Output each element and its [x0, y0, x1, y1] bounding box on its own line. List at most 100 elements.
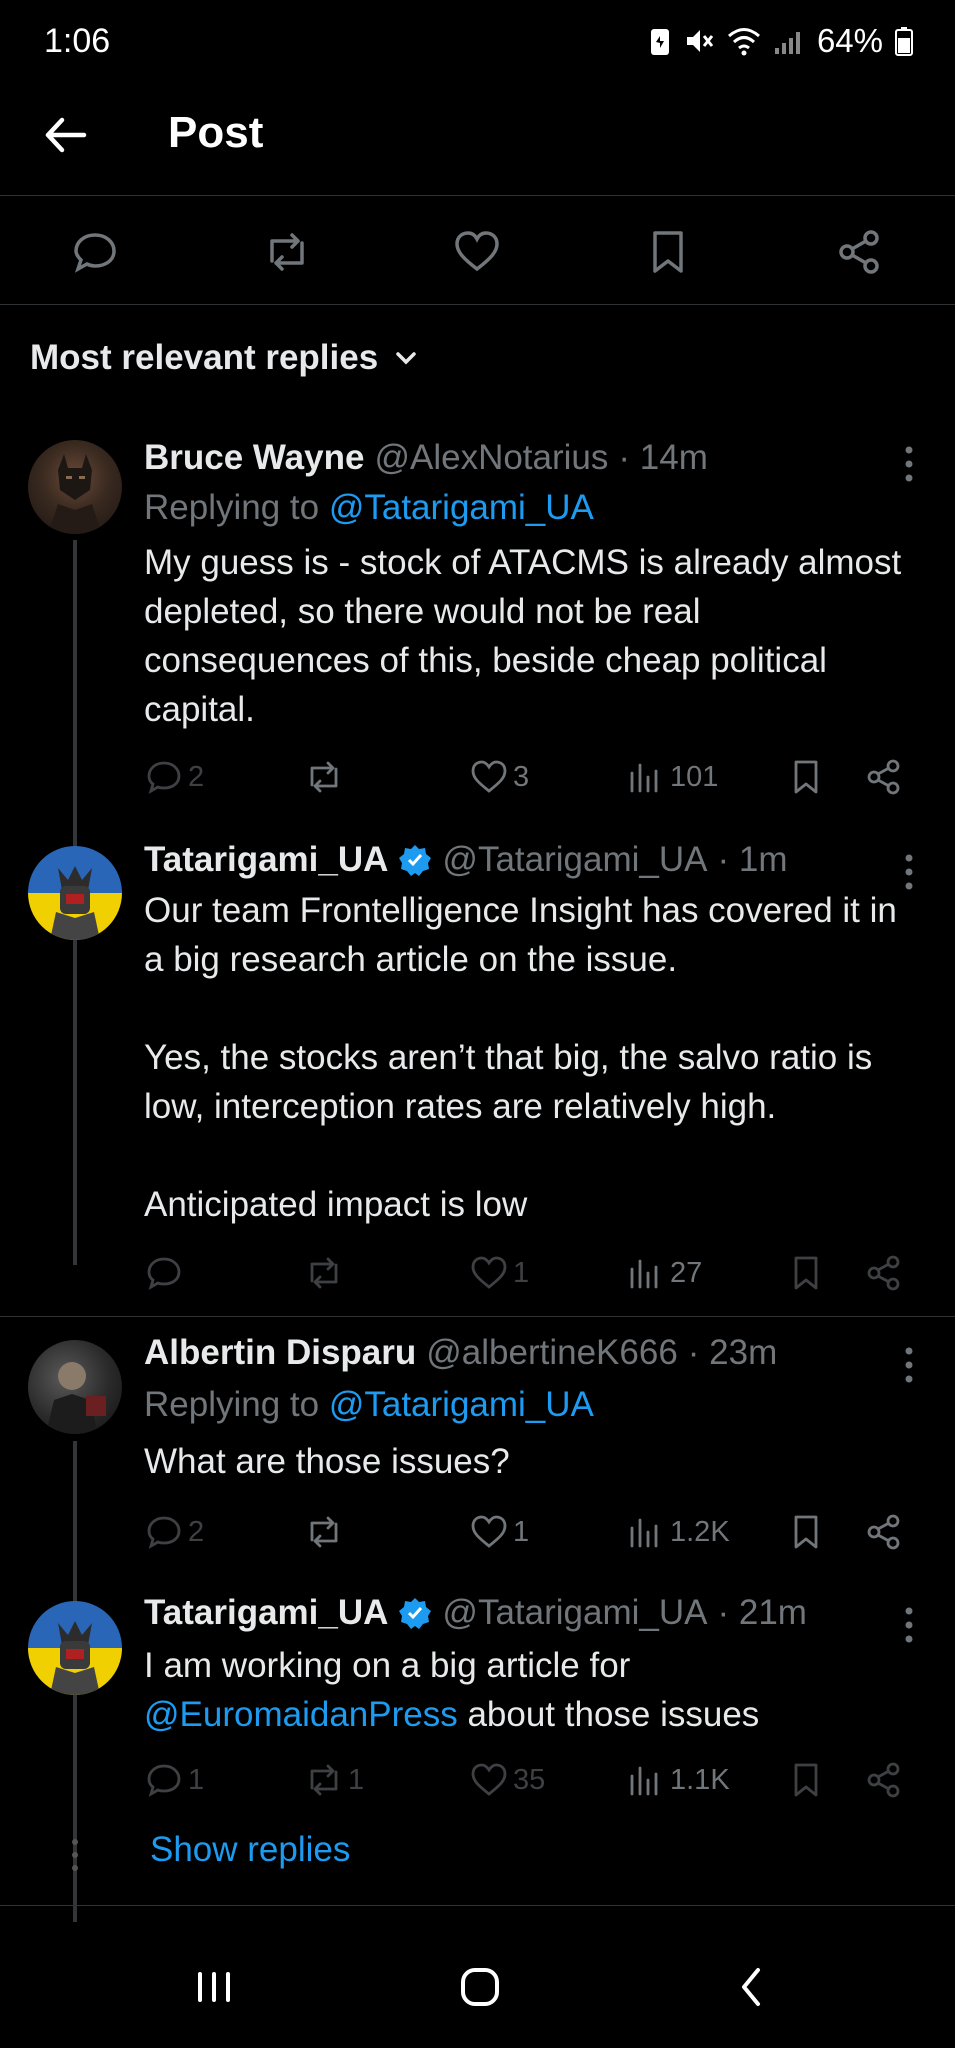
views-button[interactable]: 27	[626, 1248, 702, 1298]
show-replies-link[interactable]: Show replies	[150, 1830, 350, 1870]
reply-sort-selector[interactable]: Most relevant replies	[30, 338, 420, 378]
author-name[interactable]: Albertin Disparu	[144, 1333, 416, 1373]
reply-count-button[interactable]: 2	[144, 1507, 204, 1557]
mention-link[interactable]: @Tatarigami_UA	[329, 488, 594, 527]
reply-stats: 1 1 35 1.1K	[144, 1755, 914, 1805]
signal-icon	[774, 32, 800, 54]
reply-paragraph: Anticipated impact is low	[144, 1185, 528, 1224]
verified-badge-icon	[399, 1598, 432, 1629]
reply-icon	[147, 1257, 181, 1290]
recent-apps-icon[interactable]	[184, 1962, 244, 2012]
avatar-image	[50, 1621, 100, 1695]
reply-stats: 2 1 1.2K	[144, 1507, 914, 1557]
views-icon	[630, 763, 658, 793]
share-icon	[867, 1514, 900, 1550]
like-button[interactable]: 1	[469, 1507, 529, 1557]
share-icon	[867, 1255, 900, 1291]
top-app-bar: Post	[0, 84, 955, 196]
system-back-icon[interactable]	[722, 1962, 782, 2012]
reply-text: What are those issues?	[144, 1442, 510, 1481]
mention-link[interactable]: @EuromaidanPress	[144, 1695, 458, 1734]
more-options-icon[interactable]	[903, 1343, 915, 1387]
repost-count: 1	[348, 1763, 365, 1796]
reply-header: Bruce Wayne @AlexNotarius · 14m	[144, 438, 708, 478]
repost-icon	[310, 761, 338, 793]
author-handle[interactable]: @albertineK666	[426, 1333, 678, 1373]
like-button[interactable]: 3	[469, 752, 529, 802]
like-count: 3	[513, 760, 530, 793]
bookmark-icon[interactable]	[643, 227, 693, 277]
view-count: 1.1K	[670, 1763, 730, 1796]
reply-count-button[interactable]: 2	[144, 752, 204, 802]
repost-button[interactable]: 1	[304, 1755, 364, 1805]
avatar[interactable]	[28, 1601, 122, 1695]
avatar-image	[48, 454, 102, 534]
reply-count-button[interactable]	[144, 1248, 188, 1298]
avatar[interactable]	[28, 440, 122, 534]
author-name[interactable]: Tatarigami_UA	[144, 840, 388, 880]
share-button[interactable]	[864, 1248, 904, 1298]
reply-icon	[147, 1516, 181, 1549]
repost-icon	[310, 1257, 338, 1289]
like-button[interactable]: 35	[469, 1755, 545, 1805]
home-icon[interactable]	[450, 1962, 510, 2012]
repost-button[interactable]	[304, 752, 348, 802]
mention-link[interactable]: @Tatarigami_UA	[329, 1385, 594, 1424]
reply-header: Albertin Disparu @albertineK666 · 23m	[144, 1333, 777, 1373]
post-time: · 14m	[618, 438, 708, 477]
replying-to: Replying to @Tatarigami_UA	[144, 1385, 594, 1425]
like-count: 35	[513, 1763, 546, 1796]
bookmark-button[interactable]	[786, 1248, 826, 1298]
views-button[interactable]: 1.2K	[626, 1507, 730, 1557]
bookmark-button[interactable]	[786, 752, 826, 802]
like-count: 1	[513, 1256, 530, 1289]
views-button[interactable]: 1.1K	[626, 1755, 730, 1805]
status-icons: 64%	[649, 20, 913, 62]
reply-count: 1	[188, 1763, 205, 1796]
repost-button[interactable]	[304, 1248, 348, 1298]
battery-icon	[895, 27, 913, 56]
reply-count: 2	[188, 760, 205, 793]
author-handle[interactable]: @Tatarigami_UA	[442, 840, 707, 880]
share-button[interactable]	[864, 1507, 904, 1557]
views-icon	[630, 1518, 658, 1548]
reply-count-button[interactable]: 1	[144, 1755, 204, 1805]
mute-icon	[686, 30, 714, 52]
like-icon	[471, 1515, 507, 1548]
more-options-icon[interactable]	[903, 442, 915, 486]
author-handle[interactable]: @AlexNotarius	[374, 438, 608, 478]
reply-icon[interactable]	[70, 227, 120, 277]
post-time: · 23m	[687, 1333, 778, 1372]
bookmark-button[interactable]	[786, 1507, 826, 1557]
wifi-icon	[727, 28, 760, 56]
like-button[interactable]: 1	[469, 1248, 529, 1298]
like-icon[interactable]	[452, 227, 502, 277]
reply-text-rest: about those issues	[457, 1695, 760, 1734]
share-button[interactable]	[864, 752, 904, 802]
thread-dots-icon	[72, 1839, 78, 1871]
author-handle[interactable]: @Tatarigami_UA	[442, 1593, 707, 1633]
views-button[interactable]: 101	[626, 752, 718, 802]
like-count: 1	[513, 1515, 530, 1548]
share-icon[interactable]	[834, 227, 884, 277]
repost-icon	[310, 1764, 338, 1796]
avatar-image	[50, 866, 100, 940]
reply-stats: 2 3 101	[144, 752, 914, 802]
reply-paragraph: Our team Frontelligence Insight has cove…	[144, 891, 897, 979]
view-count: 27	[670, 1256, 703, 1289]
author-name[interactable]: Bruce Wayne	[144, 438, 364, 478]
post-time: · 21m	[717, 1593, 807, 1632]
share-button[interactable]	[864, 1755, 904, 1805]
avatar[interactable]	[28, 846, 122, 940]
repost-icon[interactable]	[262, 227, 312, 277]
back-arrow-icon[interactable]	[40, 110, 90, 160]
repost-button[interactable]	[304, 1507, 348, 1557]
replying-to: Replying to @Tatarigami_UA	[144, 488, 594, 528]
battery-percent: 64%	[816, 22, 883, 59]
author-name[interactable]: Tatarigami_UA	[144, 1593, 388, 1633]
bookmark-button[interactable]	[786, 1755, 826, 1805]
status-bar: 1:06 64%	[0, 0, 955, 84]
like-icon	[471, 1763, 507, 1796]
view-count: 1.2K	[670, 1515, 730, 1548]
avatar[interactable]	[28, 1340, 122, 1434]
